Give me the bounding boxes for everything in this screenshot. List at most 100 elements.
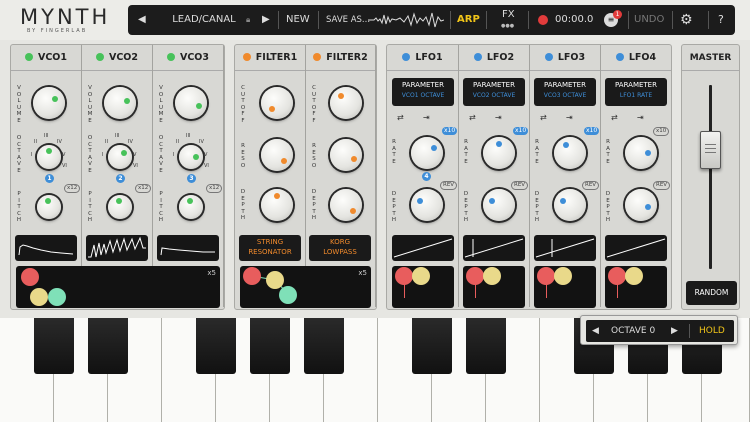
lfo4-shape-display[interactable] — [605, 235, 667, 261]
lfo3-pad[interactable] — [534, 266, 596, 308]
lfo3-header[interactable]: LFO3 — [530, 45, 600, 71]
lfo2-depth-mode[interactable]: REV — [511, 181, 529, 190]
lfo1-shape-display[interactable] — [392, 235, 454, 261]
lfo4-parameter-button[interactable]: PARAMETER LFO1 RATE — [605, 78, 667, 106]
vco3-pitch-range[interactable]: x12 — [206, 184, 223, 193]
lfo1-oneshot-icon[interactable]: ⇥ — [423, 113, 430, 122]
lfo2-rate-range[interactable]: x10 — [513, 127, 529, 135]
lfo4-oneshot-icon[interactable]: ⇥ — [637, 113, 644, 122]
lfo1-rate-range[interactable]: x10 — [442, 127, 458, 135]
master-volume-slider[interactable] — [700, 131, 721, 169]
vco1-header[interactable]: VCO1 — [11, 45, 81, 71]
vco1-octave-knob[interactable] — [37, 145, 61, 169]
vco1-volume-knob[interactable] — [33, 87, 65, 119]
vco2-volume-knob[interactable] — [104, 87, 136, 119]
lfo1-pad-handle-a[interactable] — [395, 267, 413, 285]
vco3-octave-knob[interactable] — [179, 145, 203, 169]
lfo3-shape-display[interactable] — [534, 235, 596, 261]
filter2-cutoff-knob[interactable] — [330, 87, 362, 119]
lock-icon[interactable]: 🔒︎ — [246, 5, 250, 35]
vco2-pad-handle[interactable] — [30, 288, 48, 306]
lfo2-pad[interactable] — [463, 266, 525, 308]
lfo4-loop-icon[interactable]: ⇄ — [611, 113, 618, 122]
filter2-pad-handle[interactable] — [266, 271, 284, 289]
vco3-header[interactable]: VCO3 — [153, 45, 223, 71]
vco1-waveform-display[interactable] — [15, 235, 77, 261]
save-as-button[interactable]: SAVE AS... — [326, 5, 370, 35]
vco3-pad-handle[interactable] — [48, 288, 66, 306]
vco3-waveform-display[interactable] — [157, 235, 219, 261]
vco3-pitch-knob[interactable] — [179, 195, 203, 219]
lfo2-loop-icon[interactable]: ⇄ — [469, 113, 476, 122]
filter3-pad-handle[interactable] — [279, 286, 297, 304]
lfo1-pad[interactable] — [392, 266, 454, 308]
vco3-volume-knob[interactable] — [175, 87, 207, 119]
vco2-pitch-knob[interactable] — [108, 195, 132, 219]
lfo4-rate-knob[interactable] — [625, 137, 657, 169]
lfo3-depth-knob[interactable] — [554, 189, 586, 221]
lfo4-depth-mode[interactable]: REV — [653, 181, 671, 190]
preset-name[interactable]: LEAD/CANAL — [164, 5, 244, 35]
filter2-reso-knob[interactable] — [330, 139, 362, 171]
lfo1-parameter-button[interactable]: PARAMETER VCO1 OCTAVE — [392, 78, 454, 106]
black-key[interactable] — [196, 318, 236, 374]
black-key[interactable] — [250, 318, 290, 374]
filter2-header[interactable]: FILTER2 — [306, 45, 375, 71]
vco2-pitch-range[interactable]: x12 — [135, 184, 152, 193]
lfo4-pad-handle-b[interactable] — [625, 267, 643, 285]
lfo3-rate-range[interactable]: x10 — [584, 127, 600, 135]
lfo3-oneshot-icon[interactable]: ⇥ — [566, 113, 573, 122]
lfo2-pad-handle-b[interactable] — [483, 267, 501, 285]
lfo3-rate-knob[interactable] — [554, 137, 586, 169]
octave-down-icon[interactable]: ◀ — [592, 320, 599, 342]
new-button[interactable]: NEW — [286, 5, 310, 35]
black-key[interactable] — [304, 318, 344, 374]
lfo2-depth-knob[interactable] — [483, 189, 515, 221]
filter1-depth-knob[interactable] — [261, 189, 293, 221]
lfo4-pad-handle-a[interactable] — [608, 267, 626, 285]
lfo1-header[interactable]: LFO1 — [387, 45, 458, 71]
filter1-pad-handle[interactable] — [243, 267, 261, 285]
lfo3-parameter-button[interactable]: PARAMETER VCO3 OCTAVE — [534, 78, 596, 106]
black-key[interactable] — [412, 318, 452, 374]
octave-up-icon[interactable]: ▶ — [671, 320, 678, 342]
lfo1-depth-mode[interactable]: REV — [440, 181, 458, 190]
lfo4-pad[interactable] — [605, 266, 667, 308]
hold-button[interactable]: HOLD — [699, 320, 725, 342]
filter1-type-button[interactable]: STRING RESONATOR — [239, 235, 301, 261]
black-key[interactable] — [34, 318, 74, 374]
lfo3-pad-handle-a[interactable] — [537, 267, 555, 285]
prev-preset-icon[interactable]: ◀ — [138, 5, 146, 35]
lfo1-rate-knob[interactable] — [411, 137, 443, 169]
vco1-pitch-range[interactable]: x12 — [64, 184, 81, 193]
vco2-octave-knob[interactable] — [108, 145, 132, 169]
lfo2-rate-knob[interactable] — [483, 137, 515, 169]
lfo4-rate-range[interactable]: x10 — [653, 127, 670, 136]
lfo4-header[interactable]: LFO4 — [601, 45, 671, 71]
black-key[interactable] — [466, 318, 506, 374]
lfo2-pad-handle-a[interactable] — [466, 267, 484, 285]
master-volume-track[interactable] — [709, 85, 712, 269]
next-preset-icon[interactable]: ▶ — [262, 5, 270, 35]
lfo3-pad-handle-b[interactable] — [554, 267, 572, 285]
filter1-cutoff-knob[interactable] — [261, 87, 293, 119]
lfo2-oneshot-icon[interactable]: ⇥ — [495, 113, 502, 122]
filter2-depth-knob[interactable] — [330, 189, 362, 221]
vco-xy-pad[interactable]: x5 — [16, 266, 220, 308]
random-button[interactable]: RANDOM — [686, 281, 737, 305]
lfo1-pad-handle-b[interactable] — [412, 267, 430, 285]
filter-xy-pad[interactable]: x5 — [240, 266, 371, 308]
arp-button[interactable]: ARP — [457, 5, 480, 35]
vco1-pad-handle[interactable] — [21, 268, 39, 286]
filter1-reso-knob[interactable] — [261, 139, 293, 171]
lfo2-shape-display[interactable] — [463, 235, 525, 261]
filter1-header[interactable]: FILTER1 — [235, 45, 305, 71]
undo-button[interactable]: UNDO — [634, 5, 664, 35]
help-button[interactable]: ? — [718, 5, 724, 35]
lfo4-depth-knob[interactable] — [625, 189, 657, 221]
lfo1-depth-knob[interactable] — [411, 189, 443, 221]
record-icon[interactable] — [538, 15, 548, 25]
vco2-header[interactable]: VCO2 — [82, 45, 152, 71]
lfo2-parameter-button[interactable]: PARAMETER VCO2 OCTAVE — [463, 78, 525, 106]
gear-icon[interactable]: ⚙ — [680, 5, 693, 35]
